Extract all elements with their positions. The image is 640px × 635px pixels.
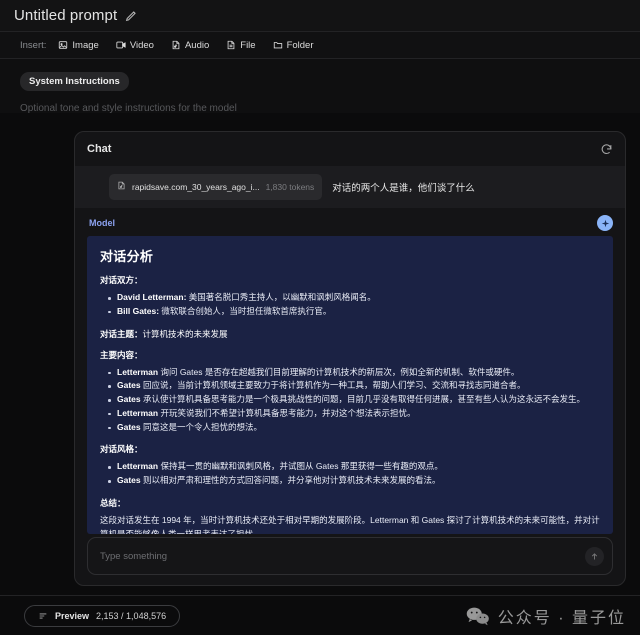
insert-audio-button[interactable]: Audio (171, 40, 209, 51)
model-response-card: 对话分析 对话双方： David Letterman: 美国著名脱口秀主持人，以… (87, 236, 613, 534)
section-inline-text: 计算机技术的未来发展 (143, 329, 228, 339)
list-item-bold: Gates (117, 475, 141, 485)
attachment-tokens: 1,830 tokens (266, 182, 315, 192)
list-item: Letterman 询问 Gates 是否存在超越我们目前理解的计算机技术的新层… (100, 366, 600, 380)
list-item-bold: Gates (117, 380, 141, 390)
audio-icon (171, 40, 181, 50)
list-item: Gates 同意这是一个令人担忧的想法。 (100, 421, 600, 435)
list-item-text: 微软联合创始人，当时担任微软首席执行官。 (159, 306, 331, 316)
list-item: Letterman 保持其一贯的幽默和讽刺风格，并试图从 Gates 那里获得一… (100, 460, 600, 474)
list-item: Gates 回应说，当前计算机领域主要致力于将计算机作为一种工具，帮助人们学习、… (100, 379, 600, 393)
left-gutter (0, 114, 20, 595)
chat-title: Chat (87, 143, 111, 155)
chat-header: Chat (75, 132, 625, 166)
pencil-icon[interactable] (125, 9, 138, 22)
list-item: David Letterman: 美国著名脱口秀主持人，以幽默和讽刺风格闻名。 (100, 291, 600, 305)
insert-audio-label: Audio (185, 40, 209, 51)
list-item-text: 开玩笑说我们不希望计算机具备思考能力，并对这个想法表示担忧。 (158, 408, 415, 418)
list-item-text: 则以相对严肃和理性的方式回答问题，并分享他对计算机技术未来发展的看法。 (141, 475, 441, 485)
send-icon[interactable] (585, 547, 604, 566)
file-icon (226, 40, 236, 50)
response-section-title: 对话主题：计算机技术的未来发展 (100, 328, 600, 340)
response-heading: 对话分析 (100, 246, 600, 265)
preview-button[interactable]: Preview 2,153 / 1,048,576 (24, 605, 180, 627)
response-section-list: David Letterman: 美国著名脱口秀主持人，以幽默和讽刺风格闻名。 … (100, 291, 600, 319)
response-section-list: Letterman 询问 Gates 是否存在超越我们目前理解的计算机技术的新层… (100, 366, 600, 435)
list-icon (38, 611, 48, 621)
image-icon (58, 40, 68, 50)
chat-panel: Chat rapidsave.com_30_years_ago_i... 1,8… (74, 131, 626, 586)
list-item-bold: Gates (117, 422, 141, 432)
insert-toolbar: Insert: Image Video Audio F (0, 31, 640, 59)
list-item-text: 回应说，当前计算机领域主要致力于将计算机作为一种工具，帮助人们学习、交流和寻找志… (141, 380, 526, 390)
file-icon (117, 178, 126, 196)
watermark: 公众号 · 量子位 (466, 604, 626, 628)
page-title: Untitled prompt (14, 7, 117, 24)
system-instructions-section: System Instructions Optional tone and st… (0, 59, 640, 113)
list-item-text: 美国著名脱口秀主持人，以幽默和讽刺风格闻名。 (186, 292, 375, 302)
response-section-title: 总结： (100, 497, 600, 509)
insert-folder-button[interactable]: Folder (273, 40, 314, 51)
insert-image-label: Image (72, 40, 98, 51)
list-item-text: 承认使计算机具备思考能力是一个极具挑战性的问题，目前几乎没有取得任何进展，甚至有… (141, 394, 585, 404)
system-instructions-input[interactable]: Optional tone and style instructions for… (20, 103, 640, 114)
refresh-icon[interactable] (600, 143, 613, 156)
bottom-bar: Preview 2,153 / 1,048,576 公众号 · 量子位 (0, 595, 640, 635)
user-message-text: 对话的两个人是谁，他们谈了什么 (332, 180, 475, 194)
list-item-bold: Letterman (117, 461, 158, 471)
model-label: Model (89, 218, 115, 228)
sparkle-icon[interactable] (597, 215, 613, 231)
insert-folder-label: Folder (287, 40, 314, 51)
system-instructions-pill[interactable]: System Instructions (20, 72, 129, 91)
list-item-text: 同意这是一个令人担忧的想法。 (141, 422, 262, 432)
response-summary-text: 这段对话发生在 1994 年，当时计算机技术还处于相对早期的发展阶段。Lette… (100, 514, 600, 534)
insert-video-label: Video (130, 40, 154, 51)
user-message-row: rapidsave.com_30_years_ago_i... 1,830 to… (75, 166, 625, 208)
section-title-text: 对话主题： (100, 329, 143, 339)
attachment-name: rapidsave.com_30_years_ago_i... (132, 182, 260, 192)
title-bar: Untitled prompt (0, 0, 640, 31)
chat-input[interactable]: Type something (100, 551, 167, 562)
folder-icon (273, 40, 283, 50)
list-item-text: 询问 Gates 是否存在超越我们目前理解的计算机技术的新层次，例如全新的机制、… (158, 367, 519, 377)
insert-file-label: File (240, 40, 255, 51)
preview-label: Preview (55, 611, 89, 621)
insert-file-button[interactable]: File (226, 40, 255, 51)
wechat-icon (466, 606, 490, 626)
response-section-list: Letterman 保持其一贯的幽默和讽刺风格，并试图从 Gates 那里获得一… (100, 460, 600, 488)
list-item: Bill Gates: 微软联合创始人，当时担任微软首席执行官。 (100, 305, 600, 319)
watermark-text: 公众号 · 量子位 (498, 604, 626, 628)
insert-label: Insert: (20, 40, 46, 51)
attachment-chip[interactable]: rapidsave.com_30_years_ago_i... 1,830 to… (109, 174, 322, 200)
response-section-title: 对话风格： (100, 443, 600, 455)
list-item-bold: Gates (117, 394, 141, 404)
chat-input-box[interactable]: Type something (87, 537, 613, 575)
list-item-bold: David Letterman: (117, 292, 186, 302)
video-icon (116, 40, 126, 50)
insert-video-button[interactable]: Video (116, 40, 154, 51)
response-section-title: 主要内容： (100, 349, 600, 361)
list-item-text: 保持其一贯的幽默和讽刺风格，并试图从 Gates 那里获得一些有趣的观点。 (158, 461, 443, 471)
list-item-bold: Bill Gates: (117, 306, 159, 316)
list-item-bold: Letterman (117, 367, 158, 377)
list-item: Gates 则以相对严肃和理性的方式回答问题，并分享他对计算机技术未来发展的看法… (100, 474, 600, 488)
insert-image-button[interactable]: Image (58, 40, 98, 51)
list-item: Gates 承认使计算机具备思考能力是一个极具挑战性的问题，目前几乎没有取得任何… (100, 393, 600, 407)
list-item: Letterman 开玩笑说我们不希望计算机具备思考能力，并对这个想法表示担忧。 (100, 407, 600, 421)
model-row: Model (75, 208, 625, 236)
list-item-bold: Letterman (117, 408, 158, 418)
token-count: 2,153 / 1,048,576 (96, 611, 166, 621)
response-section-title: 对话双方： (100, 274, 600, 286)
